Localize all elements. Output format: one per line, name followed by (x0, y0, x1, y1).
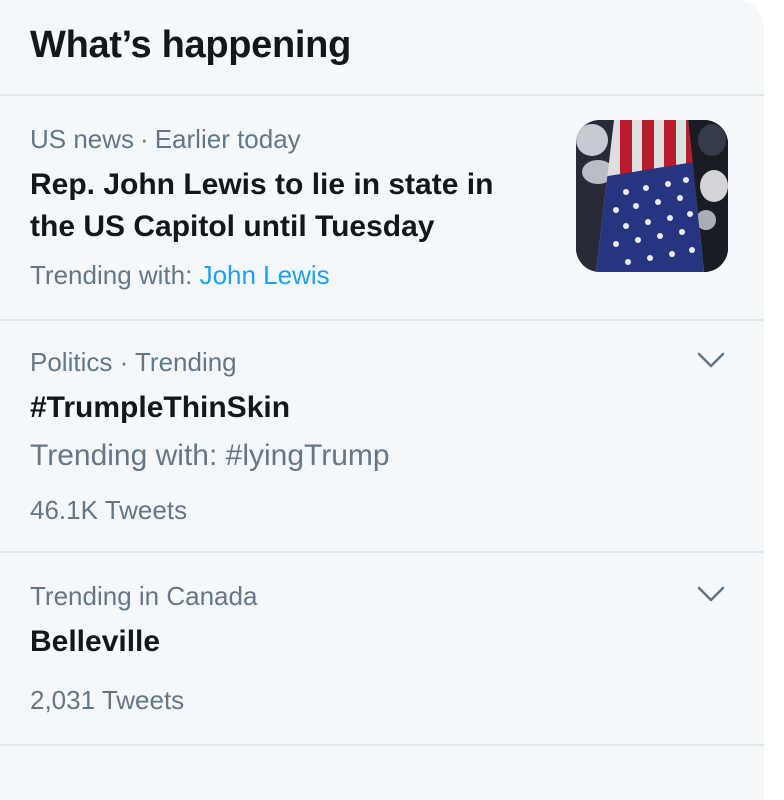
trending-with: Trending with: John Lewis (30, 260, 330, 291)
trend-time: Earlier today (154, 124, 301, 154)
chevron-down-icon[interactable] (696, 583, 726, 605)
panel-title: What’s happening (30, 23, 352, 66)
trend-meta: US news · Earlier today (30, 124, 301, 155)
trend-item-us-news[interactable]: US news · Earlier today Rep. John Lewis to… (0, 96, 764, 321)
trend-meta: Politics · Trending (30, 347, 237, 377)
chevron-down-icon[interactable] (696, 349, 726, 371)
panel-header: What’s happening (0, 0, 764, 96)
trending-with-label: Trending with: (30, 260, 193, 290)
trend-title-line-2: the US Capitol until Tuesday (30, 210, 435, 243)
tweet-count: 46.1K Tweets (30, 495, 188, 525)
trend-title-line-1: Rep. John Lewis to lie in state in (30, 168, 494, 201)
trend-item-belleville[interactable]: Trending in Canada Belleville 2,031 Twee… (0, 553, 764, 746)
trending-with-link[interactable]: John Lewis (200, 260, 330, 290)
trend-meta: Trending in Canada (30, 581, 258, 611)
tweet-count: 2,031 Tweets (30, 685, 185, 715)
news-thumbnail-image[interactable] (576, 120, 728, 272)
trend-title: #TrumpleThinSkin (30, 391, 291, 424)
flag-draped-casket-image (576, 120, 728, 272)
trend-item-trumplethinskin[interactable]: Politics · Trending #TrumpleThinSkin Tre… (0, 321, 764, 553)
trend-category: US news (30, 124, 135, 154)
trending-with: Trending with: #lyingTrump (30, 439, 390, 472)
trend-title: Belleville (30, 625, 161, 658)
whats-happening-panel: What’s happening US news · Earlier today R… (0, 0, 764, 800)
meta-separator: · (140, 124, 149, 154)
